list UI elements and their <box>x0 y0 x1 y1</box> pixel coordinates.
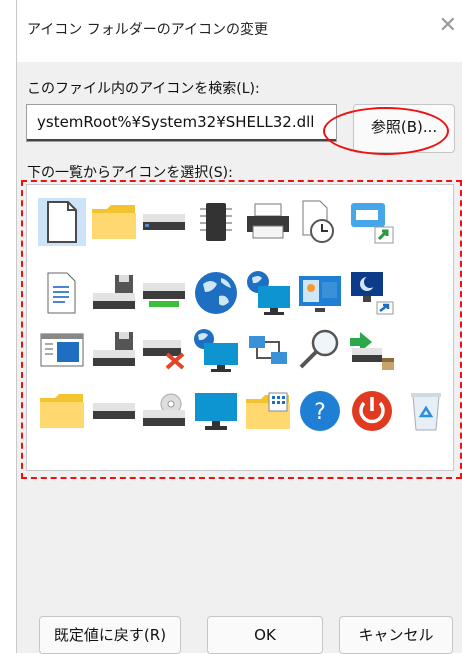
dialog-title: アイコン フォルダーのアイコンの変更 <box>27 22 269 38</box>
window-icon[interactable] <box>38 326 86 374</box>
floppy-drive-2-icon[interactable] <box>90 326 138 374</box>
close-icon[interactable]: ✕ <box>439 13 457 38</box>
removable-drive-icon[interactable] <box>348 326 396 374</box>
search-label: このファイル内のアイコンを検索(L): <box>27 81 260 97</box>
cd-drive-icon[interactable] <box>140 387 188 435</box>
power-icon[interactable] <box>348 387 396 435</box>
folder-icon[interactable] <box>90 198 138 246</box>
svg-text:?: ? <box>314 400 326 425</box>
monitor-icon[interactable] <box>192 387 240 435</box>
network-globe-icon[interactable] <box>244 269 292 317</box>
window-shortcut-icon[interactable] <box>348 198 396 246</box>
control-panel-icon[interactable] <box>296 269 344 317</box>
blank-document-icon[interactable] <box>38 198 86 246</box>
icon-file-path-input[interactable]: ystemRoot%¥System32¥SHELL32.dll <box>26 104 337 142</box>
chip-icon[interactable] <box>192 198 240 246</box>
icon-list-label: 下の一覧からアイコンを選択(S): <box>27 165 233 181</box>
folder-grid-icon[interactable] <box>244 387 292 435</box>
globe-icon[interactable] <box>192 269 240 317</box>
network-connection-icon[interactable] <box>244 326 292 374</box>
drive-2-icon[interactable] <box>90 387 138 435</box>
disconnected-drive-icon[interactable] <box>140 326 188 374</box>
icon-list[interactable]: ? <box>26 184 454 647</box>
recycle-bin-icon[interactable] <box>402 387 450 435</box>
change-icon-dialog: アイコン フォルダーのアイコンの変更 ✕ このファイル内のアイコンを検索(L):… <box>16 0 462 654</box>
restore-default-button[interactable]: 既定値に戻す(R) <box>39 616 181 654</box>
monitor-sleep-icon[interactable] <box>348 269 396 317</box>
search-magnifier-icon[interactable] <box>296 326 344 374</box>
folder-2-icon[interactable] <box>38 387 86 435</box>
cancel-button[interactable]: キャンセル <box>339 616 453 654</box>
floppy-drive-icon[interactable] <box>90 269 138 317</box>
ok-button[interactable]: OK <box>207 616 323 654</box>
network-drive-icon[interactable] <box>140 269 188 317</box>
drive-icon[interactable] <box>140 198 188 246</box>
clock-document-icon[interactable] <box>296 198 344 246</box>
printer-icon[interactable] <box>244 198 292 246</box>
help-icon[interactable]: ? <box>296 387 344 435</box>
globe-monitor-icon[interactable] <box>192 326 240 374</box>
browse-highlight-circle <box>323 107 449 155</box>
text-document-icon[interactable] <box>38 269 86 317</box>
title-bar: アイコン フォルダーのアイコンの変更 ✕ <box>17 0 462 62</box>
